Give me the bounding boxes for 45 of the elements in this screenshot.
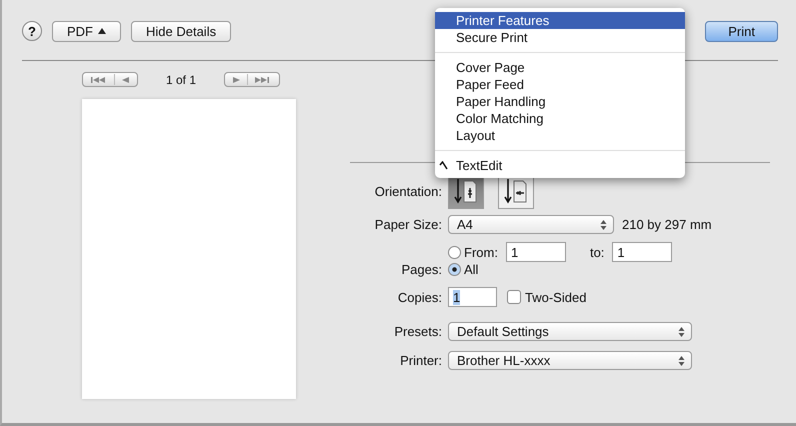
two-sided-checkbox[interactable] — [507, 290, 521, 304]
radio-button[interactable] — [448, 263, 461, 276]
presets-dropdown[interactable]: Default Settings — [448, 322, 692, 341]
first-page-icon — [91, 76, 107, 84]
radio-button[interactable] — [448, 246, 461, 258]
pages-label: Pages: — [400, 262, 442, 277]
caret-icon — [98, 28, 106, 34]
help-button[interactable]: ? — [22, 21, 42, 41]
printer-label: Printer: — [399, 353, 442, 368]
print-button[interactable]: Print — [705, 20, 778, 42]
paper-dimensions: 210 by 297 mm — [622, 217, 712, 232]
menu-item[interactable]: Printer Features — [435, 12, 685, 29]
menu-item[interactable]: Layout — [435, 127, 685, 144]
landscape-orientation-icon — [504, 178, 528, 204]
from-page-field[interactable]: 1 — [506, 242, 566, 262]
portrait-orientation-icon — [454, 178, 478, 204]
page-forward-button-group[interactable] — [224, 72, 280, 87]
menu-item[interactable]: Secure Print — [435, 29, 685, 46]
menu-item[interactable]: Paper Feed — [435, 76, 685, 93]
to-label: to: — [590, 244, 604, 260]
copies-field[interactable]: 1 — [448, 287, 497, 307]
all-pages-label: All — [464, 262, 478, 277]
menu-item[interactable]: TextEdit — [435, 157, 685, 174]
previous-page-icon — [122, 76, 129, 84]
paper-size-label: Paper Size: — [374, 217, 442, 232]
hide-details-button[interactable]: Hide Details — [131, 20, 232, 42]
menu-item[interactable]: Color Matching — [435, 110, 685, 127]
menu-item[interactable]: Cover Page — [435, 59, 685, 76]
menu-item[interactable]: Paper Handling — [435, 93, 685, 110]
stepper-arrows-icon — [678, 326, 685, 338]
stepper-arrows-icon — [600, 218, 607, 230]
last-page-icon — [255, 76, 272, 84]
paper-size-dropdown[interactable]: A4 — [448, 215, 614, 234]
printer-dropdown[interactable]: Brother HL-xxxx — [448, 351, 692, 370]
page-counter: 1 of 1 — [166, 72, 196, 86]
copies-label: Copies: — [396, 290, 442, 304]
presets-label: Presets: — [393, 324, 442, 339]
stepper-arrows-icon — [678, 354, 685, 366]
page-back-button-group[interactable] — [82, 72, 138, 87]
two-sided-label: Two-Sided — [525, 290, 586, 304]
from-label: From: — [464, 244, 498, 260]
orientation-label: Orientation: — [374, 184, 442, 198]
pdf-button[interactable]: PDF — [52, 20, 121, 42]
to-page-field[interactable]: 1 — [612, 242, 672, 262]
next-page-icon — [233, 76, 240, 84]
